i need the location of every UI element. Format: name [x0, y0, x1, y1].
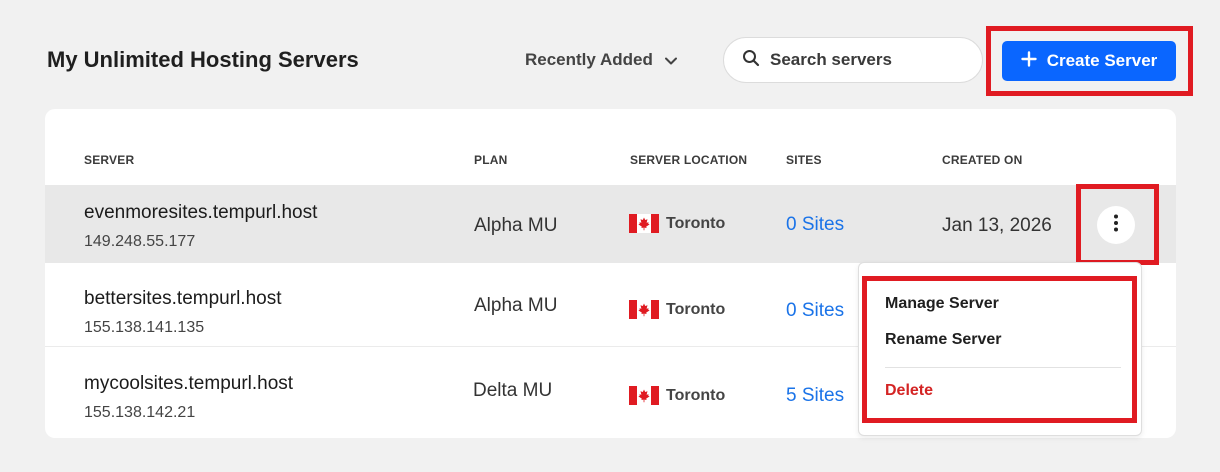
create-server-label: Create Server: [1046, 51, 1158, 70]
server-ip: 155.138.142.21: [84, 404, 196, 421]
sites-link[interactable]: 0 Sites: [786, 214, 844, 236]
search-icon: [742, 49, 760, 72]
sort-dropdown[interactable]: Recently Added: [525, 50, 677, 70]
canada-flag-icon: [629, 386, 659, 405]
canada-flag-icon: [629, 300, 659, 319]
sites-link[interactable]: 5 Sites: [786, 385, 844, 407]
server-location: Toronto: [629, 300, 725, 319]
sites-link[interactable]: 0 Sites: [786, 300, 844, 322]
column-header-server: SERVER: [84, 153, 135, 167]
server-name[interactable]: mycoolsites.tempurl.host: [84, 373, 293, 395]
server-plan: Alpha MU: [474, 295, 558, 316]
search-box[interactable]: [723, 37, 983, 83]
server-location: Toronto: [629, 214, 725, 233]
menu-item-delete[interactable]: Delete: [885, 382, 933, 400]
server-ip: 155.138.141.135: [84, 319, 205, 336]
menu-item-rename-server[interactable]: Rename Server: [885, 331, 1002, 349]
column-header-plan: PLAN: [474, 153, 508, 167]
kebab-menu-icon: [1113, 214, 1119, 237]
server-name[interactable]: evenmoresites.tempurl.host: [84, 202, 317, 224]
menu-divider: [885, 367, 1121, 368]
page-title: My Unlimited Hosting Servers: [47, 47, 359, 72]
column-header-created: CREATED ON: [942, 153, 1023, 167]
menu-item-manage-server[interactable]: Manage Server: [885, 295, 999, 313]
server-ip: 149.248.55.177: [84, 233, 196, 250]
server-name[interactable]: bettersites.tempurl.host: [84, 288, 281, 310]
server-actions-menu: Manage Server Rename Server Delete: [858, 262, 1142, 436]
table-row[interactable]: evenmoresites.tempurl.host 149.248.55.17…: [45, 185, 1176, 263]
column-header-location: SERVER LOCATION: [630, 153, 748, 167]
chevron-down-icon: [664, 50, 677, 70]
server-plan: Delta MU: [473, 380, 553, 401]
created-date: Jan 13, 2026: [942, 215, 1052, 236]
column-header-sites: SITES: [786, 153, 822, 167]
search-input[interactable]: [770, 50, 960, 70]
create-server-button[interactable]: Create Server: [1002, 41, 1176, 81]
plus-icon: [1021, 50, 1037, 72]
sort-dropdown-label: Recently Added: [525, 50, 653, 69]
location-label: Toronto: [666, 300, 726, 318]
canada-flag-icon: [629, 214, 659, 233]
location-label: Toronto: [666, 214, 726, 232]
row-actions-button[interactable]: [1097, 206, 1135, 244]
location-label: Toronto: [666, 386, 726, 404]
server-plan: Alpha MU: [474, 215, 558, 236]
server-location: Toronto: [629, 386, 725, 405]
